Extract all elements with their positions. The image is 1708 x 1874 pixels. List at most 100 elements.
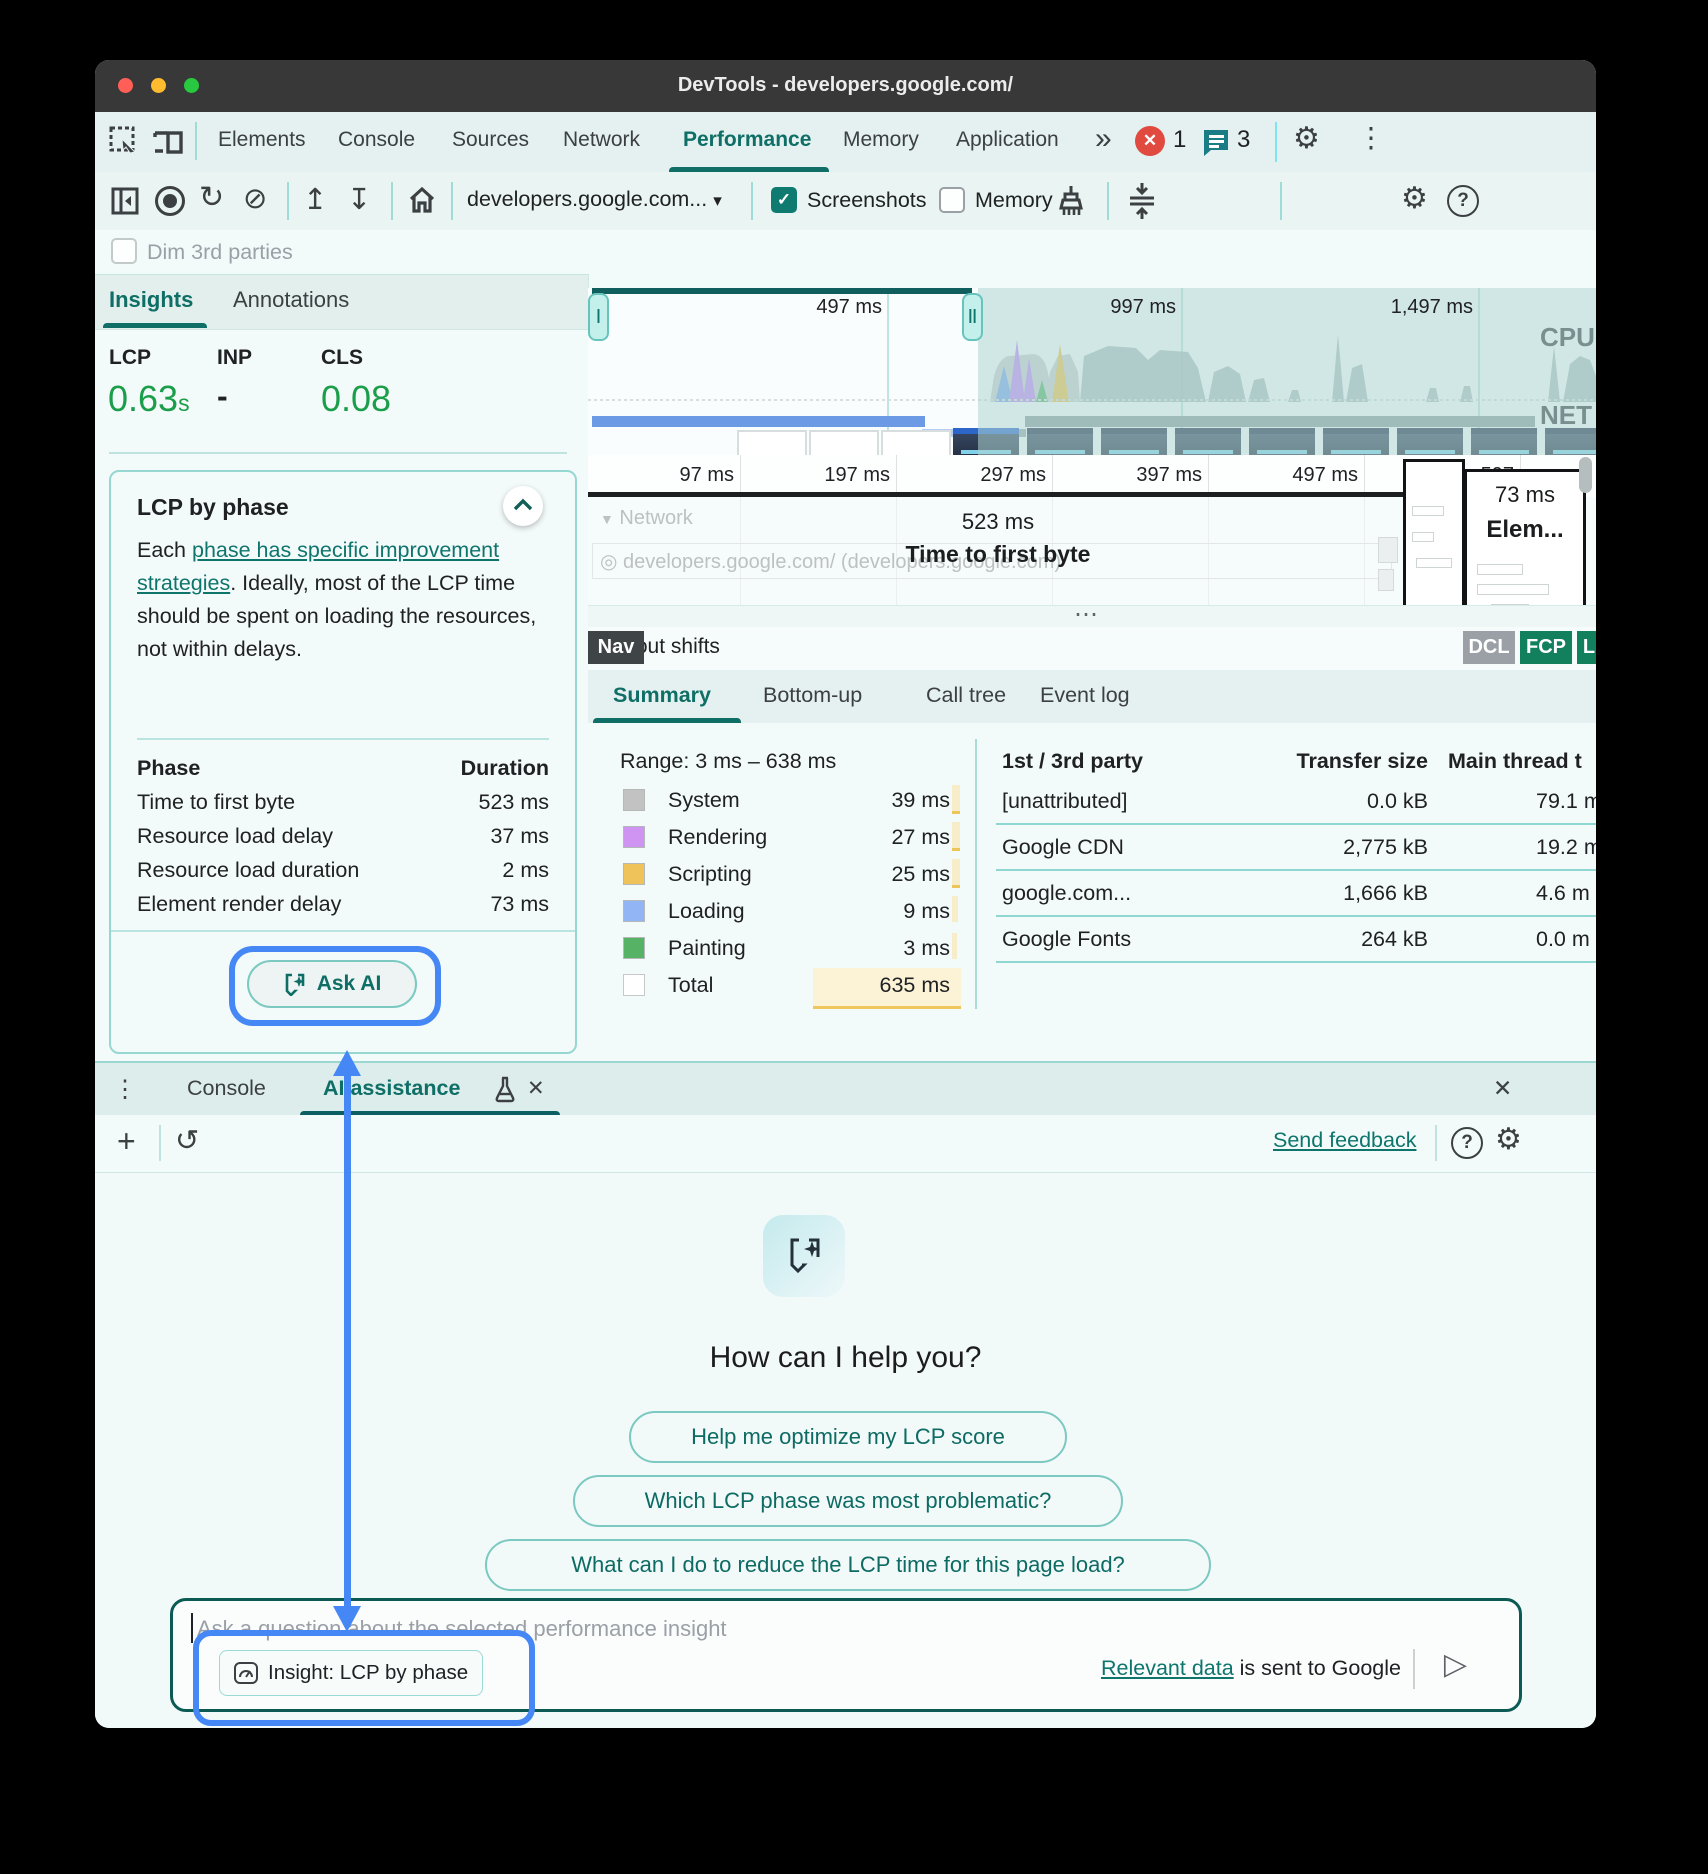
tick — [896, 455, 897, 497]
metric-cls-label: CLS — [321, 346, 363, 370]
divider — [109, 452, 567, 454]
tab-network[interactable]: Network — [563, 128, 640, 152]
ask-ai-button[interactable]: Ask AI — [247, 960, 417, 1008]
category-label: Scripting — [668, 862, 752, 887]
panel-tabbar: Elements Console Sources Network Perform… — [95, 112, 1596, 173]
scrollbar-thumb[interactable] — [1579, 457, 1592, 493]
suggestion-chip-3[interactable]: What can I do to reduce the LCP time for… — [485, 1539, 1211, 1591]
save-profile-icon[interactable]: ↧ — [347, 182, 371, 217]
party-cell[interactable]: google.com... — [1002, 881, 1131, 906]
selection-range-bar — [592, 288, 972, 294]
more-tabs-icon[interactable]: » — [1095, 122, 1108, 156]
timeline-overview[interactable]: 497 ms 997 ms 1,497 ms CPU NET | || — [588, 288, 1596, 455]
metric-lcp-label: LCP — [109, 346, 151, 370]
memory-checkbox[interactable] — [939, 187, 965, 213]
reload-record-icon[interactable]: ↻ — [199, 180, 224, 215]
collapse-timings-icon[interactable] — [1125, 181, 1159, 221]
main-thread-header: Main thread t — [1448, 749, 1582, 774]
send-feedback-link[interactable]: Send feedback — [1273, 1128, 1416, 1153]
tick — [1364, 455, 1365, 497]
tab-annotations[interactable]: Annotations — [233, 287, 349, 313]
home-icon[interactable] — [407, 185, 437, 215]
ai-settings-gear-icon[interactable]: ⚙ — [1495, 1122, 1522, 1157]
swatch-total — [623, 974, 645, 996]
tick-label: 397 ms — [1092, 464, 1202, 487]
page-selector[interactable]: developers.google.com... ▾ — [467, 187, 722, 212]
relevant-data-link[interactable]: Relevant data — [1101, 1656, 1234, 1680]
collapse-card-button[interactable] — [503, 486, 543, 526]
close-ai-tab-icon[interactable]: ✕ — [527, 1076, 545, 1101]
dim-row: Dim 3rd parties — [95, 230, 1596, 274]
category-label: System — [668, 788, 740, 813]
filmstrip-frame-empty[interactable] — [881, 430, 951, 455]
main-cell: 79.1 m — [1536, 789, 1596, 814]
transfer-cell: 0.0 kB — [1228, 789, 1428, 814]
tab-summary[interactable]: Summary — [613, 683, 711, 708]
load-profile-icon[interactable]: ↥ — [303, 182, 327, 217]
dim-checkbox[interactable] — [111, 238, 137, 264]
drawer-menu-dots-icon[interactable]: ⋮ — [113, 1075, 137, 1104]
settings-gear-icon[interactable]: ⚙ — [1293, 121, 1320, 156]
party-cell[interactable]: Google CDN — [1002, 835, 1124, 860]
experiment-flask-icon — [493, 1075, 517, 1103]
cpu-track-label: CPU — [1540, 322, 1595, 353]
filmstrip-frame-empty[interactable] — [809, 430, 879, 455]
ai-spark-icon — [283, 972, 307, 996]
close-drawer-icon[interactable]: ✕ — [1493, 1075, 1512, 1102]
annotation-arrow-head-up — [333, 1050, 361, 1076]
send-icon[interactable]: ▷ — [1444, 1647, 1467, 1682]
inspect-element-icon[interactable] — [109, 126, 139, 156]
issue-count[interactable]: 3 — [1237, 126, 1250, 154]
garbage-collect-icon[interactable] — [1057, 184, 1089, 218]
transfer-cell: 2,775 kB — [1228, 835, 1428, 860]
party-cell[interactable]: [unattributed] — [1002, 789, 1128, 814]
toggle-sidebar-icon[interactable] — [111, 187, 139, 215]
error-icon[interactable]: ✕ — [1135, 126, 1165, 156]
error-count[interactable]: 1 — [1173, 126, 1186, 154]
drawer-tab-console[interactable]: Console — [187, 1076, 266, 1101]
network-group-label[interactable]: ▼ Network — [600, 507, 693, 530]
issues-icon[interactable] — [1201, 127, 1231, 157]
ask-ai-label: Ask AI — [317, 972, 382, 996]
tab-call-tree[interactable]: Call tree — [926, 683, 1006, 708]
history-icon[interactable]: ↺ — [175, 1123, 199, 1158]
suggestion-chip-1[interactable]: Help me optimize my LCP score — [629, 1411, 1067, 1463]
ai-help-icon[interactable]: ? — [1451, 1127, 1483, 1159]
tick-label: 497 ms — [1248, 464, 1358, 487]
ai-toolbar: + ↺ Send feedback ? ⚙ — [95, 1115, 1596, 1173]
tab-performance[interactable]: Performance — [683, 128, 811, 152]
tab-sources[interactable]: Sources — [452, 128, 529, 152]
clear-icon[interactable]: ⊘ — [243, 181, 267, 216]
tab-event-log[interactable]: Event log — [1040, 683, 1130, 708]
suggestion-chip-2[interactable]: Which LCP phase was most problematic? — [573, 1475, 1123, 1527]
overview-time-label: 997 ms — [1066, 296, 1176, 319]
filmstrip-frame-empty[interactable] — [737, 430, 807, 455]
party-cell[interactable]: Google Fonts — [1002, 927, 1131, 952]
category-mark — [952, 859, 960, 888]
phase-row-value: 73 ms — [137, 892, 549, 917]
device-toolbar-icon[interactable] — [153, 127, 185, 155]
help-icon[interactable]: ? — [1447, 185, 1479, 217]
panel-settings-gear-icon[interactable]: ⚙ — [1401, 181, 1428, 216]
range-handle-right[interactable]: || — [962, 293, 983, 341]
tab-console[interactable]: Console — [338, 128, 415, 152]
tab-bottom-up[interactable]: Bottom-up — [763, 683, 862, 708]
tab-insights[interactable]: Insights — [109, 287, 193, 313]
tab-application[interactable]: Application — [956, 128, 1059, 152]
dim-label: Dim 3rd parties — [147, 240, 293, 265]
transfer-cell: 1,666 kB — [1228, 881, 1428, 906]
tab-memory[interactable]: Memory — [843, 128, 919, 152]
insight-chip-highlight — [193, 1630, 535, 1726]
menu-dots-icon[interactable]: ⋮ — [1357, 121, 1385, 154]
ai-greeting-title: How can I help you? — [95, 1341, 1596, 1375]
transfer-header: Transfer size — [1228, 749, 1428, 774]
new-chat-icon[interactable]: + — [117, 1123, 136, 1160]
collapsed-tracks-row[interactable]: ⋯ — [588, 605, 1596, 629]
record-icon[interactable] — [155, 186, 185, 216]
range-handle-left[interactable]: | — [588, 293, 609, 341]
screenshots-checkbox[interactable]: ✓ — [771, 187, 797, 213]
tab-elements[interactable]: Elements — [218, 128, 306, 152]
swatch-system — [623, 789, 645, 811]
divider — [1280, 182, 1282, 220]
range-label: Range: 3 ms – 638 ms — [620, 749, 836, 774]
